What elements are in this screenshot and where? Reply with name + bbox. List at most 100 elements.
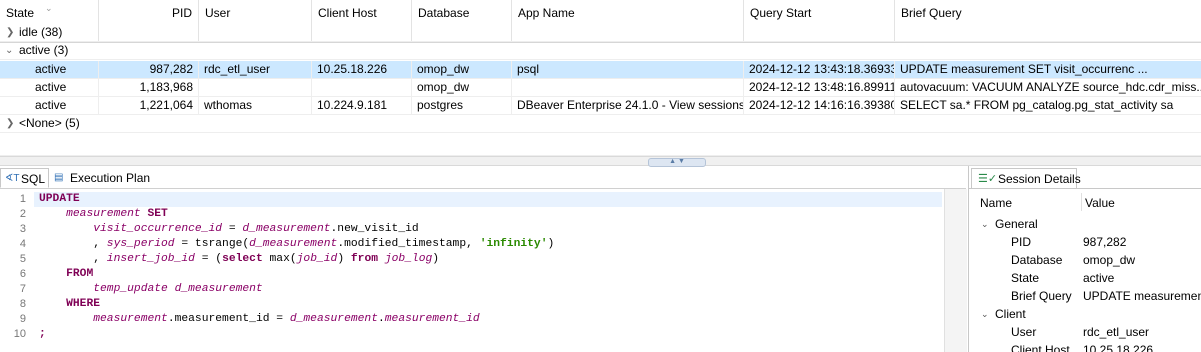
tab-sql[interactable]: ∢T SQL: [0, 168, 49, 188]
line-number: 4: [19, 238, 26, 250]
sql-icon: ∢T: [5, 173, 20, 184]
column-header-label: Client Host: [318, 6, 377, 20]
group-label: Client: [995, 307, 1026, 321]
column-header-label: Query Start: [750, 6, 812, 20]
current-line-highlight: [34, 192, 942, 207]
editor-scrollbar[interactable]: [944, 189, 967, 352]
tab-execution-plan[interactable]: ▤ Execution Plan: [50, 168, 155, 188]
line-number: 3: [19, 223, 26, 235]
panel-splitter[interactable]: ▲ ▼: [0, 156, 1201, 167]
detail-value: 987,282: [1083, 235, 1127, 249]
details-icon: ☰✓: [978, 173, 998, 185]
group-label: active (3): [19, 43, 69, 57]
table-row[interactable]: active 1,221,064 wthomas 10.224.9.181 po…: [0, 97, 1201, 115]
table-row[interactable]: active 1,183,968 omop_dw 2024-12-12 13:4…: [0, 79, 1201, 97]
details-col-name: Name: [980, 196, 1013, 210]
code-line: temp_update d_measurement: [93, 283, 263, 295]
detail-value: rdc_etl_user: [1083, 325, 1150, 339]
tab-label: Session Details: [998, 172, 1081, 186]
group-row-idle[interactable]: ❯ idle (38): [0, 24, 1201, 42]
editor-tabbar: ∢T SQL ▤ Execution Plan: [0, 168, 966, 189]
cell-client-host: [312, 79, 412, 97]
column-divider: [1081, 193, 1082, 211]
cell-state: active: [30, 61, 99, 79]
detail-value: omop_dw: [1083, 253, 1136, 267]
detail-name: User: [1011, 325, 1037, 339]
cell-state: active: [30, 97, 99, 115]
cell-pid: 1,221,064: [99, 97, 199, 115]
column-header-label: User: [205, 6, 231, 20]
line-number: 8: [19, 298, 26, 310]
cell-query-start: 2024-12-12 14:16:16.393804: [744, 97, 895, 115]
line-number: 7: [19, 283, 26, 295]
detail-value: 10.25.18.226: [1083, 343, 1154, 352]
cell-pid: 1,183,968: [99, 79, 199, 97]
detail-name: Brief Query: [1011, 289, 1072, 303]
cell-app-name: DBeaver Enterprise 24.1.0 - View session…: [512, 97, 744, 115]
group-label: General: [995, 217, 1038, 231]
table-row[interactable]: active 987,282 rdc_etl_user 10.25.18.226…: [0, 61, 1201, 79]
chevron-down-icon[interactable]: ⌄: [981, 305, 989, 323]
plan-icon: ▤: [54, 172, 64, 183]
session-details-panel: ☰✓ Session Details Name Value ⌄ General …: [968, 166, 1201, 352]
chevron-down-icon[interactable]: ⌄: [5, 42, 13, 60]
cell-user: [199, 79, 312, 97]
line-number-gutter: 1 2 3 4 5 6 7 8 9 10: [0, 189, 34, 352]
collapse-panel-button[interactable]: ▲ ▼: [648, 158, 706, 167]
group-client[interactable]: ⌄ Client: [969, 305, 1201, 323]
line-number: 6: [19, 268, 26, 280]
code-line: visit_occurrence_id = d_measurement.new_…: [93, 223, 419, 235]
chevron-down-icon[interactable]: ⌄: [981, 215, 989, 233]
cell-client-host: 10.224.9.181: [312, 97, 412, 115]
group-label: idle (38): [19, 25, 63, 39]
cell-app-name: [512, 79, 744, 97]
detail-value: UPDATE measurement: [1083, 289, 1201, 303]
tab-label: SQL: [21, 172, 46, 186]
cell-database: omop_dw: [412, 79, 512, 97]
cell-pid: 987,282: [99, 61, 199, 79]
code-line: ;: [39, 328, 46, 340]
cell-user: rdc_etl_user: [199, 61, 312, 79]
group-label: <None> (5): [19, 116, 80, 130]
column-header-label: State: [6, 6, 35, 20]
cell-database: omop_dw: [412, 61, 512, 79]
line-number: 9: [19, 313, 26, 325]
empty-row: [0, 133, 1201, 156]
line-number: 5: [19, 253, 26, 265]
line-number: 10: [13, 328, 26, 340]
line-number: 1: [19, 193, 26, 205]
cell-user: wthomas: [199, 97, 312, 115]
details-col-value: Value: [1085, 196, 1115, 210]
detail-name: Client Host: [1011, 343, 1070, 352]
column-header-label: App Name: [518, 6, 575, 20]
column-header-label: Database: [418, 6, 470, 20]
session-grid: State ⌄ PID User Client Host Database Ap…: [0, 0, 1201, 156]
group-general[interactable]: ⌄ General: [969, 215, 1201, 233]
cell-brief-query: autovacuum: VACUUM ANALYZE source_hdc.cd…: [900, 80, 1201, 94]
sql-editor[interactable]: 1 2 3 4 5 6 7 8 9 10 UPDATE measurement …: [0, 189, 966, 352]
cell-brief-query: UPDATE measurement SET visit_occurrenc .…: [900, 62, 1148, 76]
detail-name: Database: [1011, 253, 1063, 267]
cell-query-start: 2024-12-12 13:43:18.369339: [744, 61, 895, 79]
code-line: measurement SET: [66, 208, 168, 220]
cell-query-start: 2024-12-12 13:48:16.899112: [744, 79, 895, 97]
code-line: , insert_job_id = (select max(job_id) fr…: [39, 253, 440, 265]
column-header-label: Brief Query: [901, 6, 962, 20]
code-line: , sys_period = tsrange(d_measurement.mod…: [39, 238, 555, 250]
cell-state: active: [30, 79, 99, 97]
group-row-active[interactable]: ⌄ active (3): [0, 42, 1201, 60]
detail-name: State: [1011, 271, 1040, 285]
cell-client-host: 10.25.18.226: [312, 61, 412, 79]
line-number: 2: [19, 208, 26, 220]
tab-label: Execution Plan: [70, 171, 151, 185]
detail-value: active: [1083, 271, 1115, 285]
detail-name: PID: [1011, 235, 1032, 249]
tab-session-details[interactable]: ☰✓ Session Details: [971, 168, 1081, 188]
tab-divider: [969, 188, 1201, 189]
code-line: WHERE: [66, 298, 101, 310]
sort-dropdown-icon[interactable]: ⌄: [45, 3, 53, 14]
code-line: UPDATE: [39, 193, 80, 205]
cell-brief-query: SELECT sa.* FROM pg_catalog.pg_stat_acti…: [900, 98, 1174, 112]
group-row-none[interactable]: ❯ <None> (5): [0, 115, 1201, 133]
cell-database: postgres: [412, 97, 512, 115]
